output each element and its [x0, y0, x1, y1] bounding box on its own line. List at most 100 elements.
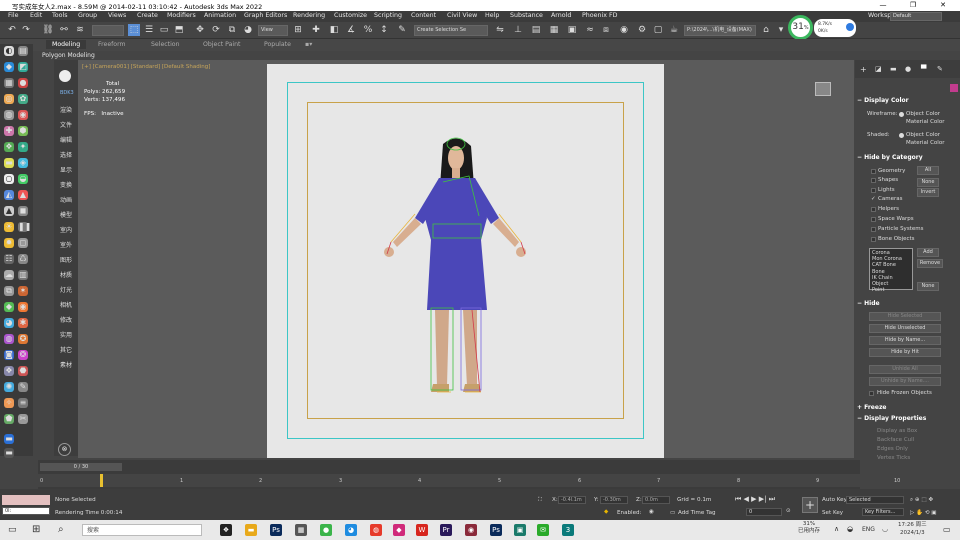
cn-item-11[interactable]: 图形: [60, 255, 72, 264]
tool-icon-5[interactable]: ▦: [4, 78, 14, 88]
viewport-menu[interactable]: [+]: [82, 64, 91, 70]
tool-icon-15[interactable]: ▬: [4, 158, 14, 168]
place-icon[interactable]: ◕: [242, 24, 254, 36]
menu-views[interactable]: Views: [108, 12, 126, 19]
align-icon[interactable]: ⊥: [512, 24, 524, 36]
render-icon[interactable]: ☕: [668, 24, 680, 36]
tool-icon-9[interactable]: ◍: [4, 110, 14, 120]
edge-icon[interactable]: ◕: [345, 524, 357, 536]
tool-icon-26[interactable]: ◻: [18, 238, 28, 248]
cn-item-13[interactable]: 灯光: [60, 285, 72, 294]
cn-item-6[interactable]: 变换: [60, 180, 72, 189]
hierarchy-tab-icon[interactable]: ▬: [890, 65, 897, 73]
project-folder-dropdown[interactable]: P:\2024\...\机电_设备(MAX): [684, 25, 756, 36]
menu-modifiers[interactable]: Modifiers: [167, 12, 196, 19]
tool-icon-13[interactable]: ❖: [4, 142, 14, 152]
hide-selected-button[interactable]: Hide Selected: [869, 312, 941, 321]
move-icon[interactable]: ✥: [194, 24, 206, 36]
cn-item-2[interactable]: 文件: [60, 120, 72, 129]
enabled-toggle-icon[interactable]: ◉: [649, 509, 654, 515]
cn-item-7[interactable]: 动画: [60, 195, 72, 204]
snap-toggle-icon[interactable]: ◧: [328, 24, 340, 36]
cn-item-9[interactable]: 室内: [60, 225, 72, 234]
curve-editor-icon[interactable]: ≈: [584, 24, 596, 36]
cn-item-10[interactable]: 室外: [60, 240, 72, 249]
tool-icon-20[interactable]: ▲: [18, 190, 28, 200]
menu-arnold[interactable]: Arnold: [551, 12, 571, 19]
hide-header[interactable]: − Hide: [857, 300, 955, 309]
cn-item-4[interactable]: 选择: [60, 150, 72, 159]
vertex-ticks-label[interactable]: Vertex Ticks: [877, 455, 910, 461]
tab-object-paint[interactable]: Object Paint: [203, 41, 240, 48]
tool-icon-17[interactable]: ○: [4, 174, 14, 184]
lights-checkbox[interactable]: [871, 188, 876, 193]
tool-icon-19[interactable]: ◭: [4, 190, 14, 200]
app-icon-4[interactable]: ▦: [295, 524, 307, 536]
all-button[interactable]: All: [917, 166, 939, 175]
set-key-button[interactable]: Set Key: [822, 510, 843, 516]
layer-explorer-icon[interactable]: ▦: [548, 24, 560, 36]
menu-tools[interactable]: Tools: [52, 12, 68, 19]
shapes-checkbox[interactable]: [871, 178, 876, 183]
clock[interactable]: 17:26 周三 2024/1/3: [898, 521, 927, 537]
space-warps-checkbox[interactable]: [871, 217, 876, 222]
modify-tab-icon[interactable]: ◪: [875, 65, 882, 73]
project-icon[interactable]: ⌂: [760, 24, 772, 36]
tool-icon-23[interactable]: ☀: [4, 222, 14, 232]
app-icon-11[interactable]: ◉: [465, 524, 477, 536]
z-coordinate[interactable]: 0.0m: [642, 496, 670, 504]
category-list[interactable]: Corona Mon Corona CAT Bone Bone IK Chain…: [869, 248, 913, 293]
tab-modeling[interactable]: Modeling: [46, 40, 87, 49]
close-button[interactable]: ✕: [928, 0, 958, 11]
cn-item-16[interactable]: 实用: [60, 330, 72, 339]
tool-icon-49[interactable]: ▬: [4, 434, 14, 444]
memory-usage-gauge[interactable]: 31%: [788, 15, 813, 40]
keyboard-shortcut-icon[interactable]: ✚: [310, 24, 322, 36]
rect-selection-icon[interactable]: ▭: [158, 24, 170, 36]
taskbar-search-box[interactable]: 搜索: [82, 524, 202, 536]
menu-substance[interactable]: Substance: [510, 12, 543, 19]
x-coordinate[interactable]: -0.4l.1m: [558, 496, 586, 504]
dropdown-arrow-icon[interactable]: ▾: [775, 24, 787, 36]
window-crossing-icon[interactable]: ⬒: [173, 24, 185, 36]
add-button[interactable]: Add: [917, 248, 939, 257]
tab-populate[interactable]: Populate: [264, 41, 291, 48]
display-color-header[interactable]: − Display Color: [857, 97, 955, 106]
add-time-tag[interactable]: Add Time Tag: [678, 510, 716, 516]
plugin-settings-icon[interactable]: ⊗: [58, 443, 71, 456]
select-object-icon[interactable]: ⬚: [128, 24, 140, 36]
tool-icon-42[interactable]: ⬣: [18, 366, 28, 376]
cameras-checkmark-icon[interactable]: ✓: [871, 196, 876, 202]
app-icon-5[interactable]: ●: [320, 524, 332, 536]
scale-icon[interactable]: ⧉: [226, 24, 238, 36]
tool-icon-33[interactable]: ◆: [4, 302, 14, 312]
tool-icon-45[interactable]: ✧: [4, 398, 14, 408]
rendered-frame-icon[interactable]: ▢: [652, 24, 664, 36]
rotate-icon[interactable]: ⟳: [210, 24, 222, 36]
tab-freeform[interactable]: Freeform: [98, 41, 126, 48]
ribbon-options-icon[interactable]: ▪▾: [305, 41, 312, 48]
spinner-snap-icon[interactable]: ↕: [378, 24, 390, 36]
menu-scripting[interactable]: Scripting: [374, 12, 402, 19]
bind-space-warp-icon[interactable]: ≋: [74, 24, 86, 36]
time-slider[interactable]: 0 / 30: [40, 463, 122, 471]
cn-item-0[interactable]: BDK3: [60, 90, 74, 96]
3dsmax-taskbar-icon[interactable]: 3: [562, 524, 574, 536]
tray-chevron-icon[interactable]: ∧: [834, 525, 839, 533]
lock-icon[interactable]: ⛶: [538, 497, 542, 504]
redo-icon[interactable]: ↷: [20, 24, 32, 36]
tool-icon-8[interactable]: ✿: [18, 94, 28, 104]
tool-icon-48[interactable]: ✂: [18, 414, 28, 424]
remove-button[interactable]: Remove: [917, 259, 943, 268]
key-filters-button[interactable]: Key Filters...: [862, 508, 904, 516]
category-list-item[interactable]: IK Chain Object: [872, 275, 910, 287]
tool-icon-32[interactable]: ✶: [18, 286, 28, 296]
premiere-icon[interactable]: Pr: [440, 524, 452, 536]
menu-help[interactable]: Help: [485, 12, 499, 19]
geometry-checkbox[interactable]: [871, 169, 876, 174]
pivot-icon[interactable]: ⊞: [292, 24, 304, 36]
tray-network-icon[interactable]: ◒: [847, 525, 853, 533]
scene-explorer-icon[interactable]: ▤: [530, 24, 542, 36]
mirror-icon[interactable]: ⇋: [494, 24, 506, 36]
viewcube[interactable]: [815, 82, 831, 96]
